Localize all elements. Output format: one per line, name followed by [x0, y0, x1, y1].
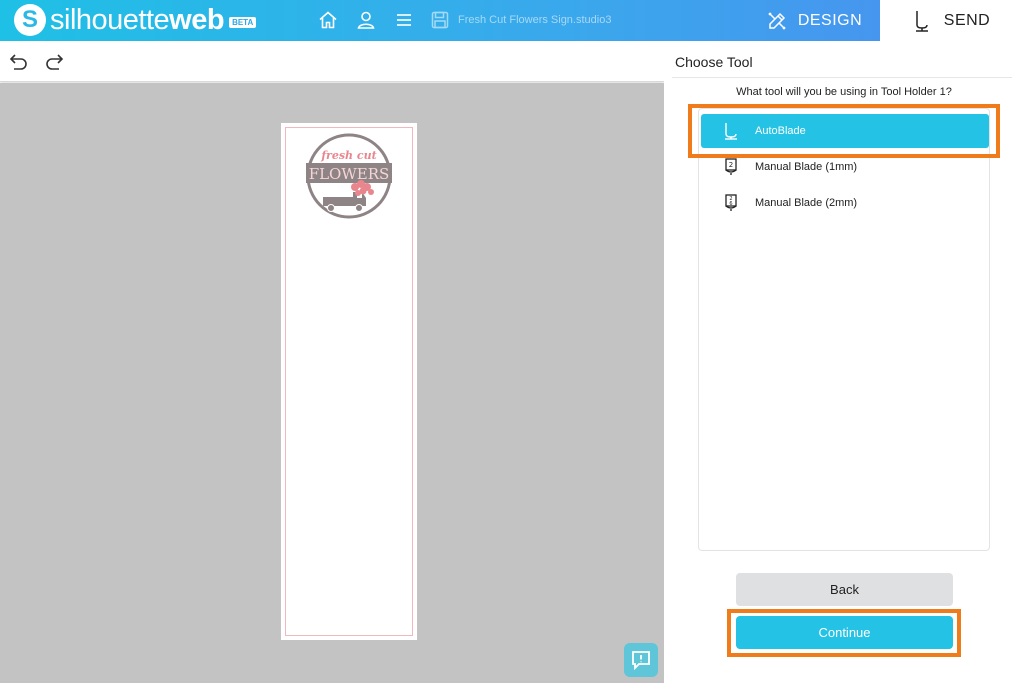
tool-question: What tool will you be using in Tool Hold…: [736, 86, 952, 98]
tab-send-label: SEND: [943, 11, 991, 29]
continue-highlight-box: [727, 609, 961, 657]
design-tools-icon: [766, 10, 798, 32]
tab-design[interactable]: DESIGN: [748, 0, 880, 41]
cutting-mat[interactable]: fresh cut FLOWERS: [281, 123, 417, 640]
feedback-button[interactable]: [624, 643, 658, 677]
tool-label: Manual Blade (1mm): [755, 161, 858, 173]
canvas-toolbar: [0, 41, 664, 82]
app-header: S silhouetteweb BETA Fresh Cut Flowers S…: [0, 0, 1024, 41]
logo-text-regular: silhouette: [50, 4, 170, 36]
beta-badge: BETA: [229, 16, 257, 28]
manual-blade-1mm-icon: 2: [722, 158, 740, 176]
silhouette-web-logo[interactable]: S silhouetteweb BETA: [14, 3, 257, 37]
svg-text:2: 2: [729, 161, 733, 169]
menu-icon[interactable]: [394, 10, 414, 30]
undo-icon[interactable]: [9, 52, 29, 72]
design-script-text: fresh cut: [320, 149, 376, 162]
redo-icon[interactable]: [44, 52, 64, 72]
tool-option-manual-blade-2mm[interactable]: 26 Manual Blade (2mm): [699, 186, 991, 220]
panel-divider: [672, 77, 1012, 78]
svg-text:6: 6: [729, 201, 732, 207]
fresh-cut-flowers-design[interactable]: fresh cut FLOWERS: [303, 129, 395, 223]
feedback-chat-icon: [630, 649, 652, 671]
user-icon[interactable]: [356, 10, 376, 30]
silhouette-s-icon: S: [14, 4, 46, 36]
save-icon[interactable]: [430, 10, 450, 30]
panel-title: Choose Tool: [675, 54, 753, 70]
autoblade-highlight-box: [688, 104, 1000, 158]
tool-label: Manual Blade (2mm): [755, 197, 858, 209]
design-canvas[interactable]: fresh cut FLOWERS: [0, 83, 664, 683]
tool-list: AutoBlade 2 Manual Blade (1mm) 26 Manual…: [698, 108, 990, 551]
home-icon[interactable]: [318, 10, 338, 30]
tab-design-label: DESIGN: [797, 11, 863, 29]
design-banner-text: FLOWERS: [309, 165, 390, 183]
back-button[interactable]: Back: [736, 573, 953, 606]
send-blade-icon: [914, 10, 944, 32]
file-name[interactable]: Fresh Cut Flowers Sign.studio3: [458, 14, 611, 26]
logo-text-bold: web: [169, 4, 225, 36]
tab-send[interactable]: SEND: [880, 0, 1024, 41]
manual-blade-2mm-icon: 26: [722, 194, 740, 212]
